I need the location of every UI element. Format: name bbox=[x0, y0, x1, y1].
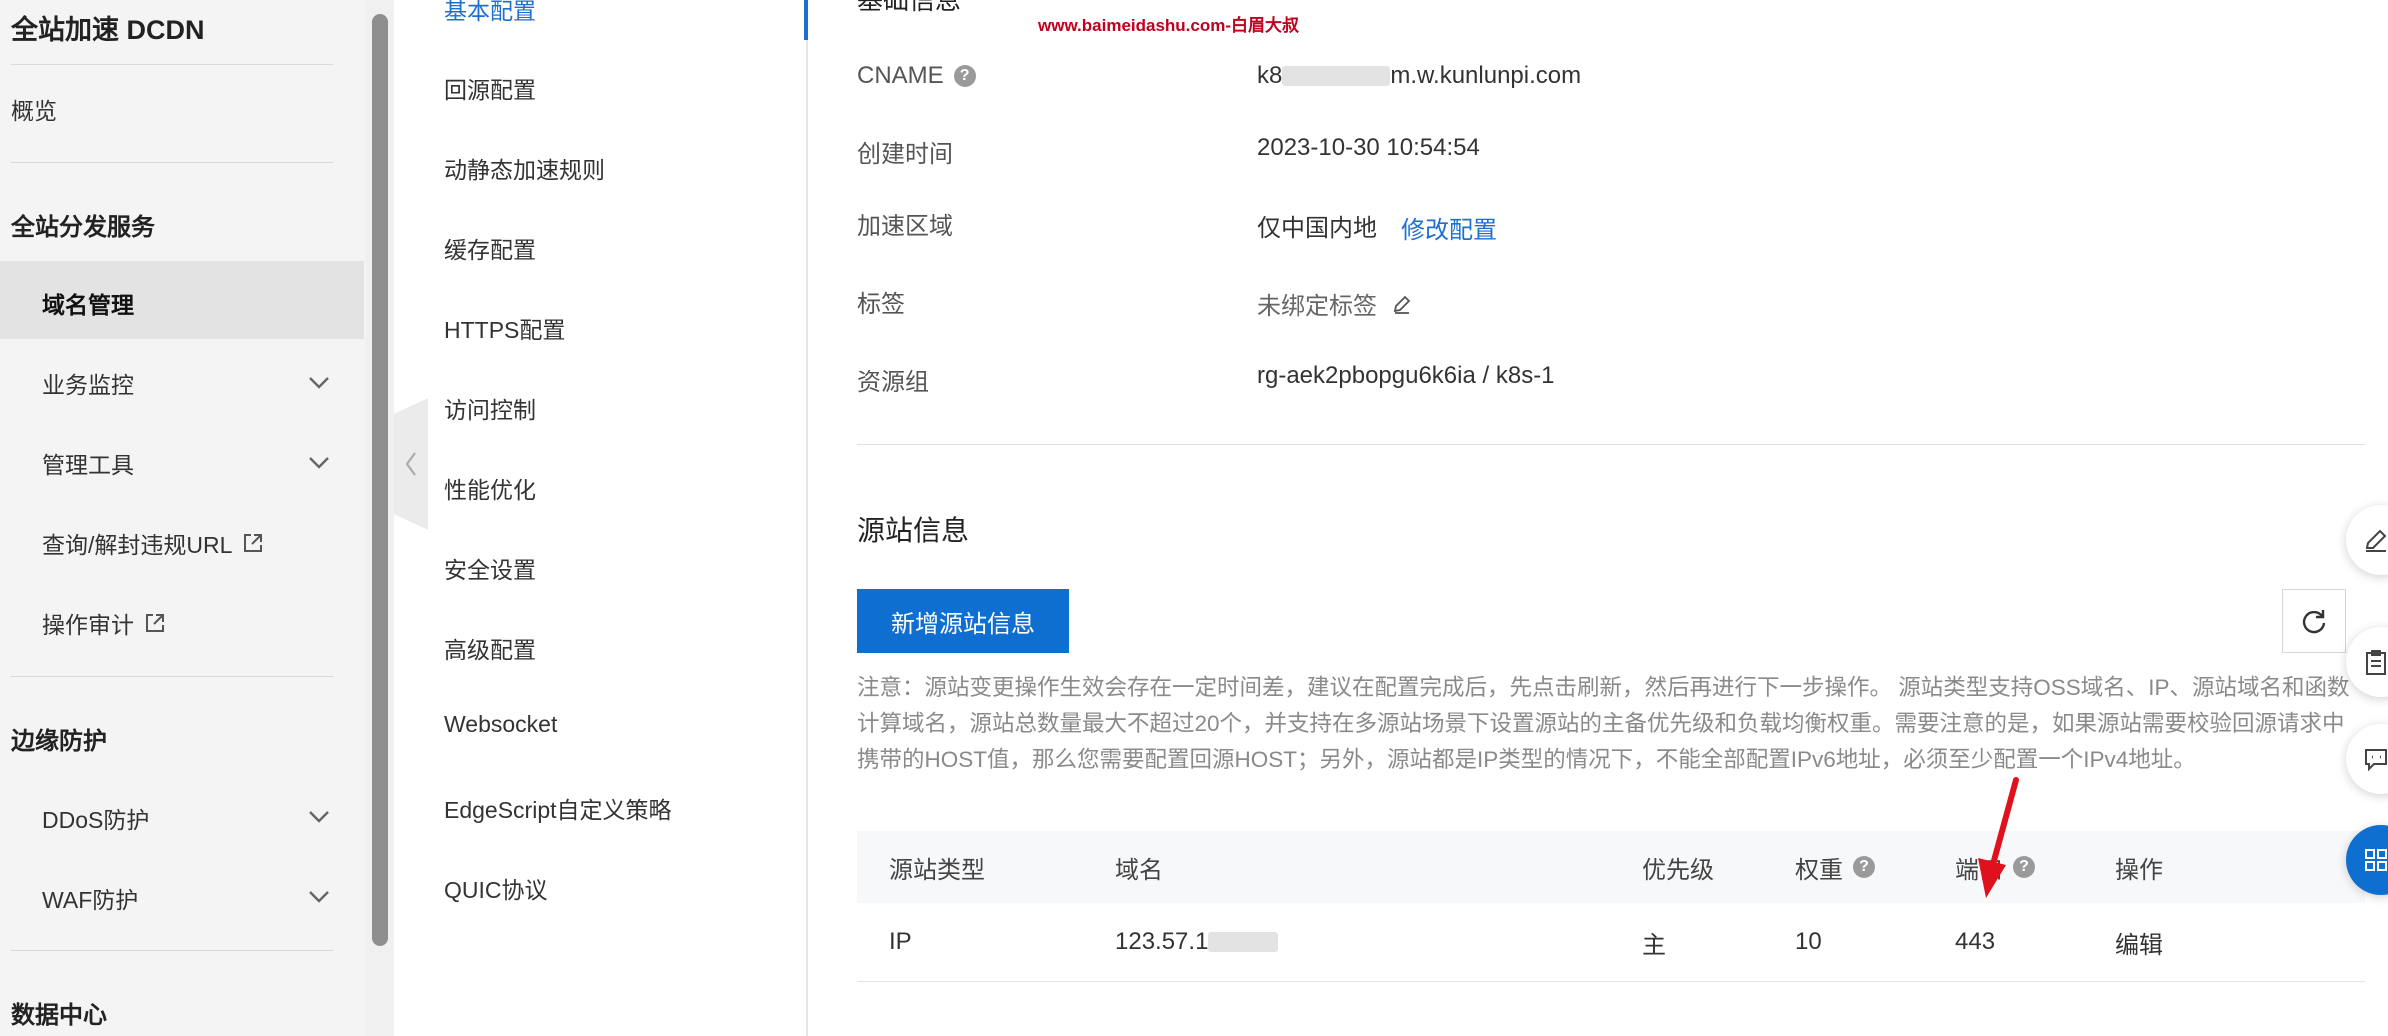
nav-divider bbox=[11, 950, 333, 951]
cell-type: IP bbox=[889, 928, 912, 955]
grid-icon bbox=[2365, 849, 2387, 871]
col-header-port-label: 端口 bbox=[1955, 856, 2003, 884]
external-link-icon bbox=[146, 614, 164, 632]
submenu-item-cache[interactable]: 缓存配置 bbox=[444, 231, 536, 265]
chevron-left-icon bbox=[405, 452, 416, 476]
submenu-item-origin[interactable]: 回源配置 bbox=[444, 71, 536, 105]
clipboard-icon bbox=[2366, 650, 2386, 675]
chevron-down-icon[interactable] bbox=[306, 369, 332, 395]
nav-divider bbox=[11, 162, 333, 163]
app-title: 全站加速 DCDN bbox=[11, 15, 205, 45]
col-header-weight-label: 权重 bbox=[1795, 856, 1843, 884]
add-origin-button[interactable]: 新增源站信息 bbox=[857, 589, 1069, 653]
col-header-priority: 优先级 bbox=[1642, 856, 1714, 884]
cname-label-text: CNAME bbox=[857, 62, 944, 89]
watermark-text: www.baimeidashu.com-白眉大叔 bbox=[1038, 16, 1300, 35]
nav-item-biz-monitor[interactable]: 业务监控 bbox=[42, 366, 134, 400]
nav-group-data: 数据中心 bbox=[11, 1002, 107, 1029]
submenu-item-websocket[interactable]: Websocket bbox=[444, 711, 557, 738]
col-header-port: 端口 ? bbox=[1955, 831, 2035, 903]
submenu-item-https[interactable]: HTTPS配置 bbox=[444, 311, 565, 345]
col-header-action: 操作 bbox=[2115, 856, 2163, 884]
submenu-item-basic[interactable]: 基本配置 bbox=[444, 0, 536, 26]
edit-origin-link[interactable]: 编辑 bbox=[2115, 903, 2163, 981]
menu-divider bbox=[806, 0, 808, 1036]
nav-item-op-audit-label: 操作审计 bbox=[42, 612, 134, 638]
cell-weight: 10 bbox=[1795, 928, 1822, 955]
nav-group-dist: 全站分发服务 bbox=[11, 214, 155, 241]
left-nav: 全站加速 DCDN 概览 全站分发服务 域名管理 业务监控 管理工具 查询/解封… bbox=[0, 0, 366, 1036]
region-label: 加速区域 bbox=[857, 213, 953, 240]
nav-group-edge: 边缘防护 bbox=[11, 728, 107, 755]
section-title-origin: 源站信息 bbox=[857, 515, 970, 546]
cell-port: 443 bbox=[1955, 928, 1996, 955]
nav-item-query-url-label: 查询/解封违规URL bbox=[42, 532, 233, 558]
submenu-item-security[interactable]: 安全设置 bbox=[444, 551, 536, 585]
submenu-item-quic[interactable]: QUIC协议 bbox=[444, 871, 548, 905]
submenu-active-indicator bbox=[804, 0, 808, 40]
col-header-type: 源站类型 bbox=[889, 856, 985, 884]
refresh-icon bbox=[2302, 610, 2326, 634]
redacted-mask bbox=[1208, 932, 1279, 952]
chevron-down-icon[interactable] bbox=[306, 883, 332, 909]
nav-divider bbox=[11, 64, 333, 65]
nav-item-overview[interactable]: 概览 bbox=[11, 92, 57, 126]
tag-value: 未绑定标签 bbox=[1257, 286, 1413, 321]
cell-domain-text: 123.57.1 bbox=[1115, 928, 1209, 955]
col-header-weight: 权重 ? bbox=[1795, 831, 1875, 903]
tag-value-text: 未绑定标签 bbox=[1257, 293, 1377, 320]
cell-priority: 主 bbox=[1642, 931, 1666, 959]
region-value: 仅中国内地 修改配置 bbox=[1257, 206, 1497, 245]
edit-region-link[interactable]: 修改配置 bbox=[1401, 210, 1497, 245]
cname-value: k8 m.w.kunlunpi.com bbox=[1257, 62, 1581, 90]
col-header-domain: 域名 bbox=[1115, 856, 1163, 884]
question-icon[interactable]: ? bbox=[1853, 856, 1875, 878]
nav-item-waf[interactable]: WAF防护 bbox=[42, 881, 138, 915]
submenu-item-rules[interactable]: 动静态加速规则 bbox=[444, 151, 605, 185]
origin-note: 注意：源站变更操作生效会存在一定时间差，建议在配置完成后，先点击刷新，然后再进行… bbox=[857, 675, 2350, 772]
pencil-icon[interactable] bbox=[1391, 293, 1413, 315]
origin-table-header: 源站类型 域名 优先级 权重 ? 端口 ? 操作 bbox=[857, 831, 2365, 903]
nav-item-ddos[interactable]: DDoS防护 bbox=[42, 801, 149, 835]
chat-icon bbox=[2365, 749, 2387, 772]
external-link-icon bbox=[244, 534, 263, 552]
region-value-text: 仅中国内地 bbox=[1257, 215, 1377, 242]
rg-label: 资源组 bbox=[857, 369, 929, 396]
question-icon[interactable]: ? bbox=[2013, 856, 2035, 878]
created-value: 2023-10-30 10:54:54 bbox=[1257, 134, 1480, 161]
pencil-icon bbox=[2365, 529, 2387, 552]
chevron-down-icon[interactable] bbox=[306, 449, 332, 475]
submenu-item-edgescript[interactable]: EdgeScript自定义策略 bbox=[444, 791, 672, 825]
config-menu: 基本配置 回源配置 动静态加速规则 缓存配置 HTTPS配置 访问控制 性能优化… bbox=[394, 0, 806, 1036]
submenu-item-advanced[interactable]: 高级配置 bbox=[444, 631, 536, 665]
nav-item-query-url[interactable]: 查询/解封违规URL bbox=[42, 526, 264, 560]
question-icon[interactable]: ? bbox=[953, 65, 976, 87]
chevron-down-icon[interactable] bbox=[306, 803, 332, 829]
collapse-sidebar-button[interactable] bbox=[394, 398, 428, 530]
redacted-mask bbox=[1282, 66, 1391, 86]
nav-divider bbox=[11, 676, 333, 677]
created-label: 创建时间 bbox=[857, 141, 953, 168]
nav-scrollbar-thumb[interactable] bbox=[372, 14, 388, 946]
rg-value: rg-aek2pbopgu6k6ia / k8s-1 bbox=[1257, 362, 1555, 389]
section-title-basic: 基础信息 bbox=[857, 0, 962, 15]
cname-label: CNAME ? bbox=[857, 62, 976, 90]
submenu-item-access[interactable]: 访问控制 bbox=[444, 391, 536, 425]
cname-suffix: m.w.kunlunpi.com bbox=[1390, 62, 1582, 89]
submenu-item-perf[interactable]: 性能优化 bbox=[444, 471, 536, 505]
cname-prefix: k8 bbox=[1257, 62, 1283, 89]
tag-label: 标签 bbox=[857, 291, 905, 318]
nav-item-mgmt-tools[interactable]: 管理工具 bbox=[42, 446, 134, 480]
feedback-button[interactable] bbox=[2346, 505, 2388, 575]
nav-item-op-audit[interactable]: 操作审计 bbox=[42, 606, 166, 640]
cell-domain: 123.57.1 bbox=[1115, 903, 1279, 981]
refresh-button[interactable] bbox=[2282, 589, 2346, 653]
table-row: IP 123.57.1 主 10 443 编辑 bbox=[857, 903, 2365, 982]
nav-item-domain-mgmt[interactable]: 域名管理 bbox=[42, 286, 134, 320]
section-separator bbox=[857, 444, 2365, 445]
